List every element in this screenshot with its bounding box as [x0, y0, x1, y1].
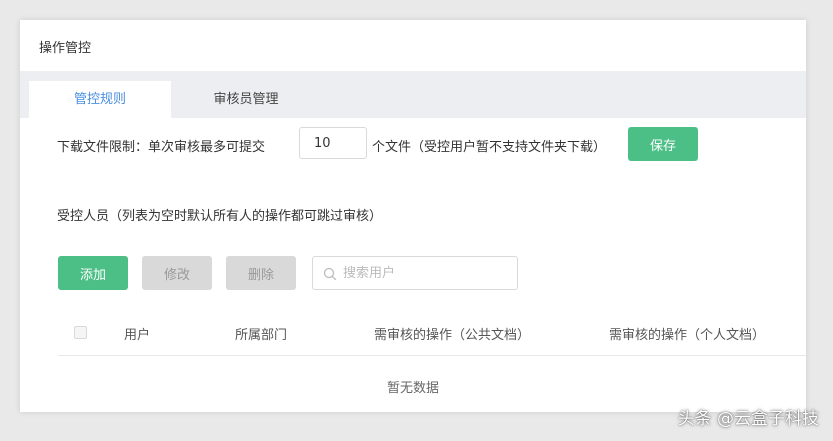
column-header-personal-doc-ops: 需审核的操作（个人文档） — [609, 328, 766, 343]
save-button[interactable]: 保存 — [628, 127, 698, 161]
search-box — [312, 256, 518, 290]
search-input[interactable] — [343, 257, 513, 289]
search-icon — [323, 267, 337, 281]
controlled-users-label: 受控人员（列表为空时默认所有人的操作都可跳过审核） — [57, 209, 383, 224]
column-header-department: 所属部门 — [235, 328, 288, 343]
download-limit-label: 下载文件限制：单次审核最多可提交 — [57, 140, 266, 155]
add-user-button[interactable]: 添加 — [58, 256, 128, 290]
download-limit-suffix: 个文件（受控用户暂不支持文件夹下载） — [372, 140, 607, 155]
edit-user-button[interactable]: 修改 — [142, 256, 212, 290]
watermark: 头条 @云盒子科技 — [677, 409, 819, 429]
table-header: 用户 所属部门 需审核的操作（公共文档） 需审核的操作（个人文档） — [58, 315, 806, 356]
tab-reviewer-management[interactable]: 审核员管理 — [171, 81, 321, 118]
panel-title: 操作管控 — [39, 41, 92, 56]
column-header-user: 用户 — [124, 328, 151, 343]
tab-control-rules[interactable]: 管控规则 — [29, 81, 171, 118]
table-empty-text: 暂无数据 — [386, 381, 439, 396]
tab-strip: 管控规则 审核员管理 — [20, 71, 806, 118]
column-header-public-doc-ops: 需审核的操作（公共文档） — [374, 328, 531, 343]
download-limit-row: 下载文件限制：单次审核最多可提交 个文件（受控用户暂不支持文件夹下载） 保存 — [20, 127, 806, 161]
select-all-checkbox[interactable] — [74, 326, 87, 339]
download-limit-input[interactable] — [299, 127, 367, 159]
delete-user-button[interactable]: 删除 — [226, 256, 296, 290]
operation-control-panel: 操作管控 管控规则 审核员管理 下载文件限制：单次审核最多可提交 个文件（受控用… — [20, 20, 806, 412]
